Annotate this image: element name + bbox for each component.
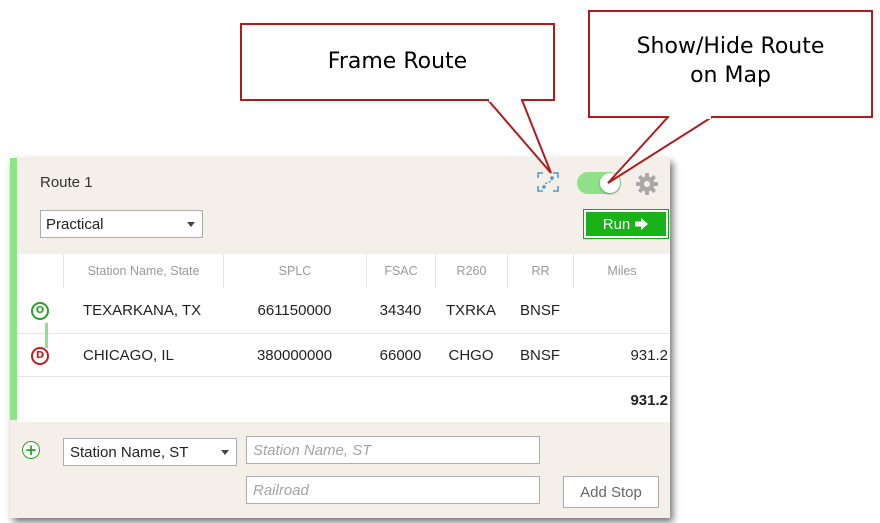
show-hide-callout-line2: on Map	[690, 63, 771, 88]
add-stop-button[interactable]: Add Stop	[563, 476, 659, 508]
splc-cell: 661150000	[257, 302, 332, 319]
frame-route-callout-text: Frame Route	[327, 49, 468, 75]
header-fsac[interactable]: FSAC	[366, 254, 435, 288]
fsac-cell: 34340	[379, 302, 422, 319]
railroad-input[interactable]	[246, 476, 540, 504]
route-panel: Route 1 Practical Run Station Name, Stat…	[10, 158, 670, 518]
run-button[interactable]: Run	[583, 209, 669, 239]
add-stop-plus-icon[interactable]: +	[22, 441, 40, 459]
route-connector-line	[45, 323, 48, 348]
route-title: Route 1	[40, 174, 93, 191]
destination-cell: D	[17, 334, 63, 377]
origin-cell: O	[17, 288, 63, 333]
gear-icon[interactable]	[635, 172, 659, 196]
frame-route-icon[interactable]	[536, 171, 560, 193]
station-name-cell: TEXARKANA, TX	[83, 302, 202, 319]
header-miles[interactable]: Miles	[573, 254, 670, 288]
splc-cell: 380000000	[256, 347, 333, 364]
stops-table: Station Name, State SPLC FSAC R260 RR Mi…	[17, 254, 670, 422]
station-name-cell: CHICAGO, IL	[83, 347, 174, 364]
show-hide-callout-line1: Show/Hide Route	[636, 33, 825, 59]
origin-badge-icon: O	[31, 301, 49, 320]
routing-mode-select[interactable]: Practical	[40, 210, 203, 238]
table-row[interactable]: D CHICAGO, IL 380000000 66000 CHGO BNSF …	[17, 333, 670, 377]
table-header-row: Station Name, State SPLC FSAC R260 RR Mi…	[17, 254, 670, 288]
toggle-knob	[600, 173, 620, 193]
fsac-cell: 66000	[379, 347, 422, 364]
header-r260[interactable]: R260	[435, 254, 507, 288]
header-splc[interactable]: SPLC	[223, 254, 366, 288]
show-hide-route-callout: Show/Hide Route on Map	[588, 10, 873, 118]
header-rr[interactable]: RR	[507, 254, 573, 288]
miles-cell: 931.2	[630, 347, 668, 364]
show-hide-route-toggle[interactable]	[577, 172, 621, 194]
station-name-input[interactable]	[246, 436, 540, 464]
rr-cell: BNSF	[519, 302, 560, 319]
rr-cell: BNSF	[519, 347, 560, 364]
chevron-down-icon	[187, 222, 195, 227]
header-station-name[interactable]: Station Name, State	[63, 254, 223, 288]
table-row[interactable]: O TEXARKANA, TX 661150000 34340 TXRKA BN…	[17, 288, 670, 333]
stop-type-value: Station Name, ST	[70, 443, 189, 461]
header-icon-cell	[17, 254, 63, 288]
chevron-down-icon	[221, 450, 229, 455]
route-accent-bar	[10, 158, 17, 420]
r260-cell: TXRKA	[445, 302, 496, 319]
stop-type-select[interactable]: Station Name, ST	[63, 438, 237, 466]
run-button-label: Run	[602, 215, 631, 233]
miles-cell	[573, 288, 670, 333]
frame-route-callout: Frame Route	[240, 23, 555, 101]
routing-mode-value: Practical	[46, 215, 104, 233]
total-miles: 931.2	[630, 391, 668, 409]
destination-badge-icon: D	[31, 346, 49, 365]
arrow-right-icon	[635, 218, 649, 230]
r260-cell: CHGO	[448, 347, 494, 364]
total-row: 931.2	[17, 376, 670, 423]
